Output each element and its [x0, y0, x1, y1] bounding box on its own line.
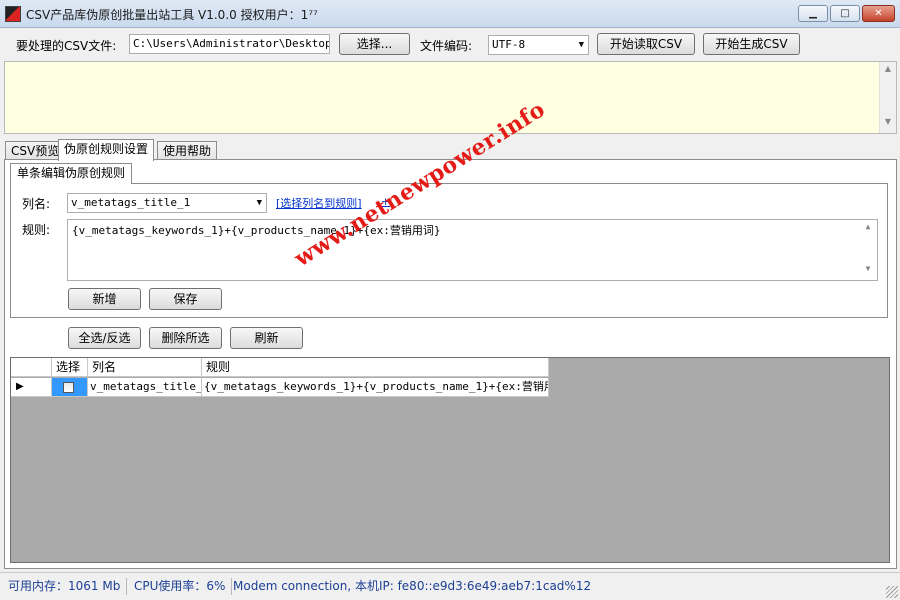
column-select[interactable]: v_metatags_title_1 ▼	[67, 193, 267, 213]
maximize-button[interactable]: □	[830, 5, 860, 22]
status-cpu: CPU使用率：6%	[134, 578, 233, 595]
rule-text: {v_metatags_keywords_1}+{v_products_name…	[72, 224, 441, 237]
grid-header-rule[interactable]: 规则	[202, 358, 549, 377]
select-all-button[interactable]: 全选/反选	[68, 327, 141, 349]
rule-scrollbar[interactable]: ▲ ▼	[860, 220, 877, 280]
table-cell-column[interactable]: v_metatags_title_1	[88, 378, 202, 397]
tab-csv-preview[interactable]: CSV预览	[5, 141, 66, 161]
refresh-button[interactable]: 刷新	[230, 327, 303, 349]
tab-help[interactable]: 使用帮助	[157, 141, 218, 161]
rule-label: 规则:	[22, 223, 51, 237]
window-title: CSV产品库伪原创批量出站工具 V1.0.0 授权用户：1⁷⁷	[26, 8, 318, 22]
table-cell-rule[interactable]: {v_metatags_keywords_1}+{v_products_name…	[202, 378, 549, 397]
read-csv-button[interactable]: 开始读取CSV	[597, 33, 695, 55]
encoding-select[interactable]: UTF-8 ▼	[488, 35, 589, 55]
scroll-down-icon[interactable]: ▼	[860, 264, 876, 278]
close-button[interactable]: ✕	[862, 5, 895, 22]
column-label: 列名:	[22, 197, 51, 211]
scroll-down-icon[interactable]: ▼	[880, 117, 896, 131]
status-bar: 可用内存：1061 Mb CPU使用率：6% Modem connection,…	[0, 572, 900, 600]
save-rule-button[interactable]: 保存	[149, 288, 222, 310]
encoding-value: UTF-8	[492, 38, 526, 51]
scroll-up-icon[interactable]: ▲	[880, 64, 896, 78]
table-row-checkbox-cell[interactable]	[52, 378, 88, 397]
grid-row-header-corner	[11, 358, 52, 377]
scroll-up-icon[interactable]: ▲	[860, 222, 876, 236]
minimize-button[interactable]: ▁	[798, 5, 828, 22]
tab-rule-settings[interactable]: 伪原创规则设置	[58, 139, 155, 161]
grid-header-select[interactable]: 选择	[52, 358, 88, 377]
tab-single-rule-edit[interactable]: 单条编辑伪原创规则	[10, 163, 133, 184]
title-bar: CSV产品库伪原创批量出站工具 V1.0.0 授权用户：1⁷⁷ ▁ □ ✕	[0, 0, 900, 28]
file-path-input[interactable]: C:\Users\Administrator\Desktop\Zé	[129, 34, 330, 54]
log-scrollbar[interactable]: ▲ ▼	[879, 62, 896, 133]
rules-grid[interactable]: 选择 列名 规则 ▶ v_metatags_title_1 {v_metatag…	[10, 357, 890, 563]
row-checkbox[interactable]	[63, 382, 74, 393]
add-rule-button[interactable]: 新增	[68, 288, 141, 310]
row-pointer-icon[interactable]: ▶	[11, 378, 52, 397]
chevron-down-icon: ▼	[256, 198, 262, 208]
chevron-down-icon: ▼	[578, 40, 584, 50]
status-network: Modem connection, 本机IP: fe80::e9d3:6e49:…	[233, 579, 592, 593]
column-select-value: v_metatags_title_1	[71, 196, 191, 209]
encoding-label: 文件编码:	[420, 39, 473, 53]
delete-selected-button[interactable]: 删除所选	[149, 327, 222, 349]
grid-header-column[interactable]: 列名	[88, 358, 202, 377]
rule-textarea[interactable]: {v_metatags_keywords_1}+{v_products_name…	[67, 219, 878, 281]
status-memory: 可用内存：1061 Mb	[8, 578, 128, 595]
choose-file-button[interactable]: 选择...	[339, 33, 410, 55]
resize-grip-icon[interactable]	[886, 586, 898, 598]
log-output[interactable]: ▲ ▼	[4, 61, 897, 134]
generate-csv-button[interactable]: 开始生成CSV	[703, 33, 800, 55]
app-icon	[5, 6, 21, 22]
file-label: 要处理的CSV文件:	[16, 39, 117, 53]
pick-column-link[interactable]: [选择列名到规则]	[276, 195, 362, 211]
